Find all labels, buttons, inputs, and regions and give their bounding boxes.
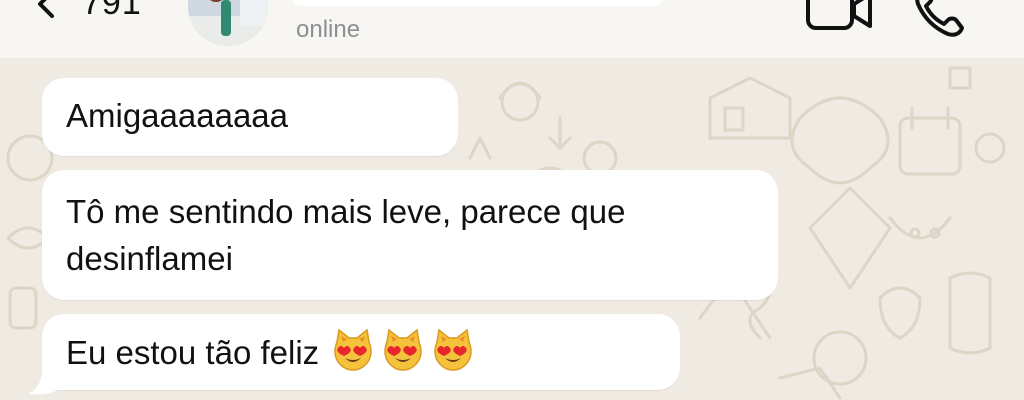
- contact-name[interactable]: [292, 0, 662, 6]
- video-call-icon[interactable]: [804, 0, 874, 36]
- message-list[interactable]: Amigaaaaaaaa Tô me sentindo mais leve, p…: [0, 58, 1024, 400]
- heart-eyes-cat-icon: [384, 328, 422, 371]
- contact-avatar[interactable]: [188, 0, 268, 46]
- message-text-row: Eu estou tão feliz: [66, 328, 475, 376]
- heart-eyes-cat-icon: [434, 328, 472, 371]
- back-chevron-icon[interactable]: [28, 0, 68, 26]
- message-bubble[interactable]: Eu estou tão feliz: [42, 314, 680, 390]
- phone-call-icon[interactable]: [912, 0, 968, 38]
- contact-status: online: [296, 16, 361, 43]
- bubble-tail: [28, 374, 58, 395]
- message-text: Eu estou tão feliz: [66, 334, 320, 371]
- message-bubble[interactable]: Tô me sentindo mais leve, parece que des…: [42, 170, 778, 300]
- unread-count[interactable]: 791: [82, 0, 142, 23]
- heart-eyes-cat-icon: [334, 328, 372, 371]
- avatar-photo: [188, 0, 268, 46]
- message-text: Amigaaaaaaaa: [66, 97, 289, 134]
- chat-header: 791 online: [0, 0, 1024, 58]
- message-bubble[interactable]: Amigaaaaaaaa: [42, 78, 458, 156]
- message-text: Tô me sentindo mais leve, parece que des…: [66, 193, 626, 277]
